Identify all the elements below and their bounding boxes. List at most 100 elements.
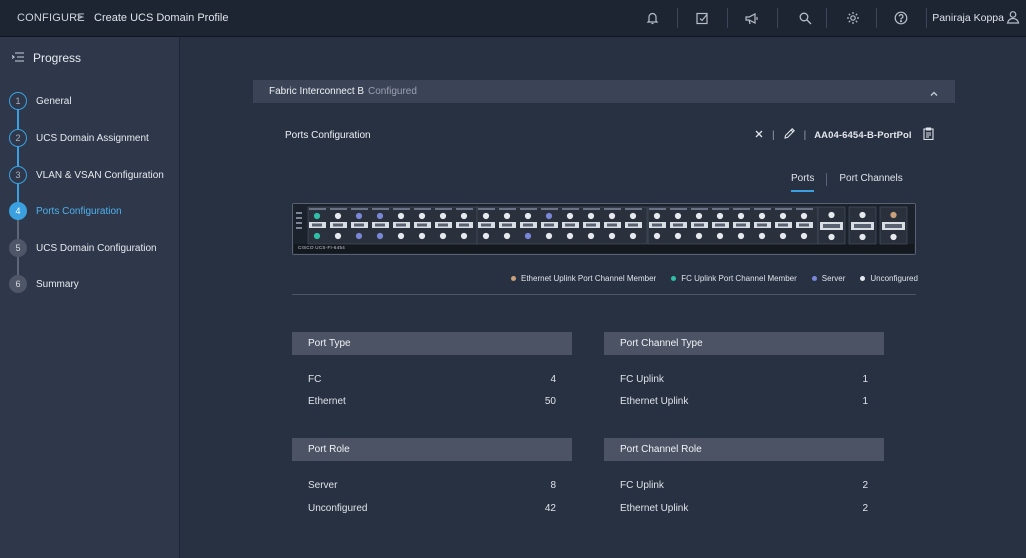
step-label: VLAN & VSAN Configuration: [36, 169, 164, 181]
step-label: UCS Domain Configuration: [36, 242, 157, 254]
row-value: 4: [550, 374, 556, 385]
clipboard-icon[interactable]: [923, 127, 934, 143]
topbar-divider: [677, 8, 678, 28]
settings-icon[interactable]: [844, 9, 862, 27]
edit-icon[interactable]: [783, 127, 796, 143]
row-label: Ethernet: [308, 396, 346, 407]
search-icon[interactable]: [796, 9, 814, 27]
step-label: UCS Domain Assignment: [36, 132, 149, 144]
switch-ports-graphic: [293, 204, 915, 254]
step-label: Ports Configuration: [36, 205, 122, 217]
step-number: 5: [9, 239, 27, 257]
legend-item: Server: [811, 274, 846, 283]
step-ports-configuration[interactable]: 4 Ports Configuration: [9, 202, 122, 220]
fabric-interconnect-header[interactable]: Fabric Interconnect B Configured: [253, 80, 955, 103]
tab-ports[interactable]: Ports: [791, 173, 815, 192]
step-label: Summary: [36, 278, 79, 290]
ports-configuration-title: Ports Configuration: [285, 130, 371, 141]
ports-tabs: Ports Port Channels: [791, 173, 903, 192]
port-channel-role-row: Ethernet Uplink 2: [620, 503, 868, 514]
step-summary[interactable]: 6 Summary: [9, 275, 79, 293]
step-vlan-vsan-configuration[interactable]: 3 VLAN & VSAN Configuration: [9, 166, 164, 184]
topbar-divider: [826, 8, 827, 28]
port-type-header: Port Type: [292, 332, 572, 355]
step-label: General: [36, 95, 72, 107]
progress-title: Progress: [33, 51, 82, 65]
step-general[interactable]: 1 General: [9, 92, 72, 110]
tasks-icon[interactable]: [693, 9, 711, 27]
announcement-icon[interactable]: [743, 9, 761, 27]
port-legend: Ethernet Uplink Port Channel Member FC U…: [511, 274, 918, 283]
progress-track-completed: [17, 101, 19, 211]
topbar-divider: [777, 8, 778, 28]
step-number: 3: [9, 166, 27, 184]
topbar-divider: [876, 8, 877, 28]
row-value: 2: [862, 503, 868, 514]
chevron-up-icon[interactable]: [929, 86, 939, 96]
legend-label: FC Uplink Port Channel Member: [681, 274, 797, 283]
row-value: 1: [862, 396, 868, 407]
legend-item: Unconfigured: [860, 274, 918, 283]
row-label: Unconfigured: [308, 503, 368, 514]
step-ucs-domain-configuration[interactable]: 5 UCS Domain Configuration: [9, 239, 157, 257]
step-number: 6: [9, 275, 27, 293]
port-channel-type-header: Port Channel Type: [604, 332, 884, 355]
user-name[interactable]: Paniraja Koppa: [932, 12, 1004, 24]
port-channel-role-header: Port Channel Role: [604, 438, 884, 461]
user-icon[interactable]: [1006, 10, 1022, 26]
close-icon[interactable]: [754, 129, 764, 142]
legend-label: Server: [821, 274, 846, 283]
legend-label: Unconfigured: [870, 274, 918, 283]
progress-list-icon[interactable]: [11, 49, 24, 67]
step-number: 4: [9, 202, 27, 220]
port-role-header: Port Role: [292, 438, 572, 461]
action-separator: |: [772, 129, 775, 141]
topbar-divider: [926, 8, 927, 28]
top-bar: CONFIGURE > Create UCS Domain Profile Pa…: [0, 0, 1026, 37]
switch-model-label: CISCO UCS-FI-6454: [298, 245, 346, 250]
port-policy-name: AA04-6454-B-PortPol: [814, 129, 912, 141]
row-label: FC Uplink: [620, 374, 664, 385]
page-title: Create UCS Domain Profile: [94, 12, 229, 24]
action-separator: |: [803, 129, 807, 141]
breadcrumb-separator: >: [76, 10, 84, 24]
port-type-row: FC 4: [308, 374, 556, 385]
row-value: 2: [862, 480, 868, 491]
policy-actions: | | AA04-6454-B-PortPol: [754, 127, 934, 143]
row-value: 42: [544, 503, 556, 514]
row-value: 8: [550, 480, 556, 491]
step-ucs-domain-assignment[interactable]: 2 UCS Domain Assignment: [9, 129, 149, 147]
fabric-interconnect-status: Configured: [368, 86, 417, 97]
tab-separator: [826, 173, 828, 186]
row-label: Ethernet Uplink: [620, 503, 689, 514]
breadcrumb-configure[interactable]: CONFIGURE: [17, 12, 85, 24]
row-label: Server: [308, 480, 338, 491]
row-label: FC Uplink: [620, 480, 664, 491]
port-channel-type-row: Ethernet Uplink 1: [620, 396, 868, 407]
tab-port-channels[interactable]: Port Channels: [839, 173, 902, 192]
legend-dot: [811, 276, 817, 281]
port-role-row: Server 8: [308, 480, 556, 491]
row-value: 50: [544, 396, 556, 407]
port-channel-type-row: FC Uplink 1: [620, 374, 868, 385]
legend-item: Ethernet Uplink Port Channel Member: [511, 274, 656, 283]
legend-dot: [671, 276, 677, 281]
row-label: FC: [308, 374, 322, 385]
progress-sidebar: Progress 1 General 2 UCS Domain Assignme…: [0, 37, 180, 558]
port-channel-role-row: FC Uplink 2: [620, 480, 868, 491]
bell-icon[interactable]: [643, 9, 661, 27]
legend-dot: [860, 276, 866, 281]
progress-header: Progress: [11, 49, 82, 67]
legend-dot: [511, 276, 516, 281]
port-role-row: Unconfigured 42: [308, 503, 556, 514]
fabric-interconnect-title: Fabric Interconnect B: [269, 86, 365, 97]
row-value: 1: [862, 374, 868, 385]
switch-faceplate: CISCO UCS-FI-6454: [292, 203, 916, 255]
section-divider: [292, 294, 916, 295]
port-type-row: Ethernet 50: [308, 396, 556, 407]
help-icon[interactable]: [892, 9, 910, 27]
row-label: Ethernet Uplink: [620, 396, 689, 407]
step-number: 2: [9, 129, 27, 147]
legend-item: FC Uplink Port Channel Member: [671, 274, 797, 283]
legend-label: Ethernet Uplink Port Channel Member: [521, 274, 657, 283]
